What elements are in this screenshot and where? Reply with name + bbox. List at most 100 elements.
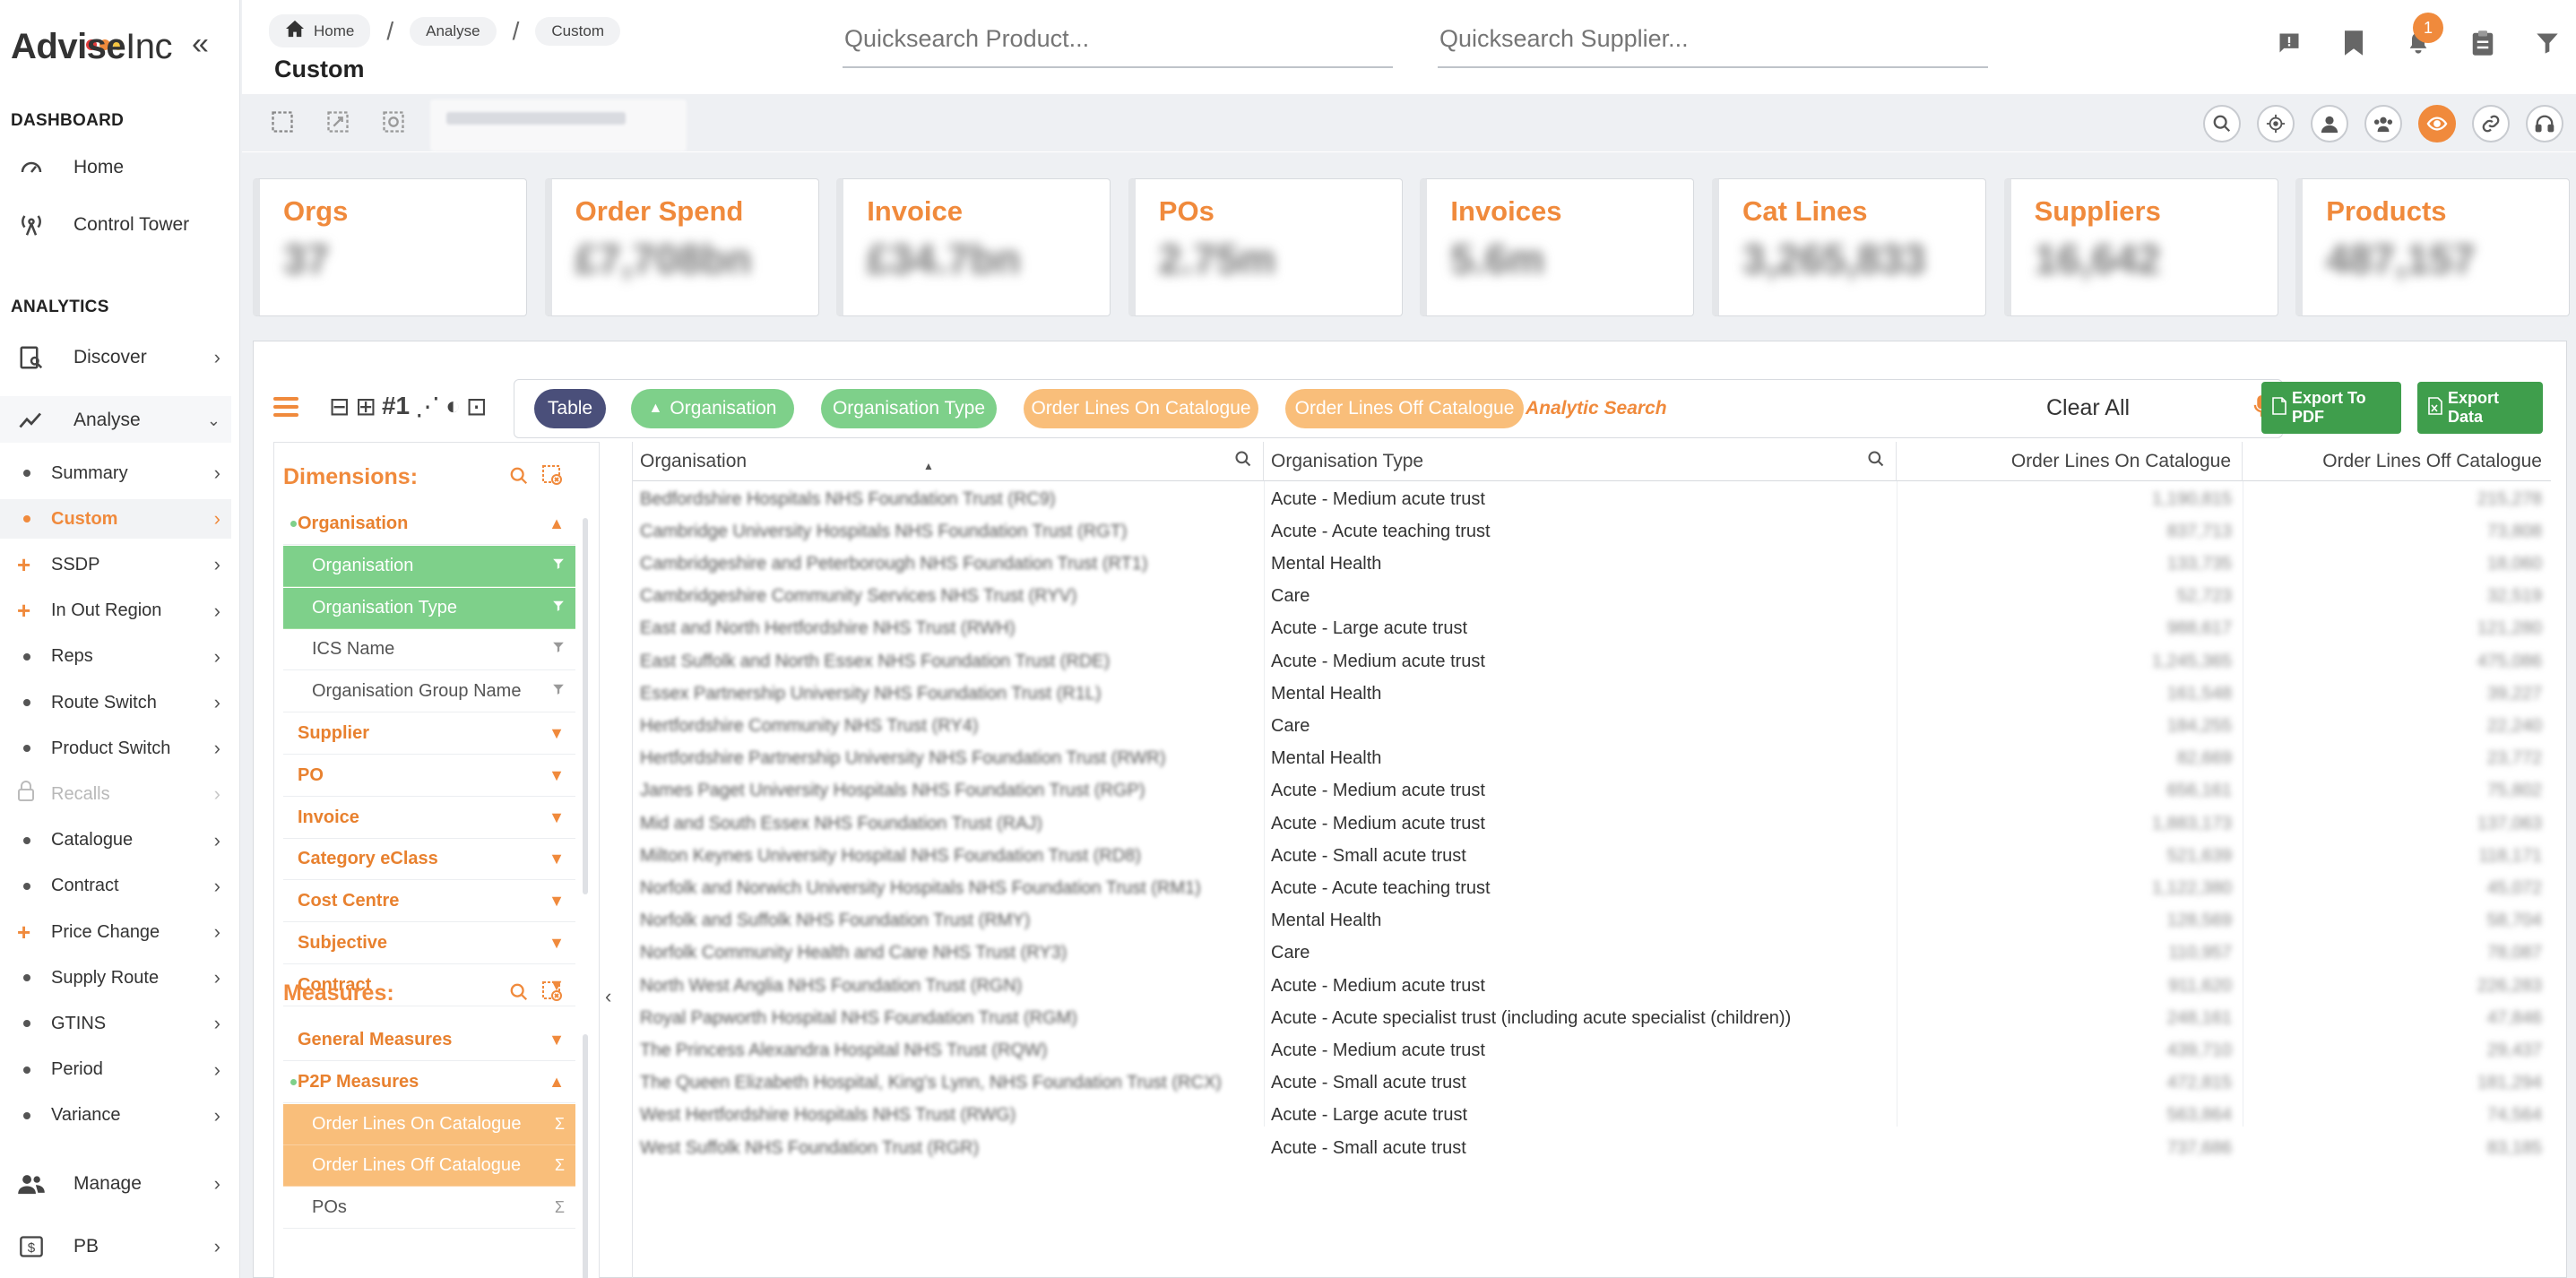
table-row[interactable]: Hertfordshire Community NHS Trust (RY4) C… bbox=[633, 710, 2551, 742]
group-icon[interactable] bbox=[2364, 105, 2402, 142]
clear-filter-icon[interactable] bbox=[541, 465, 563, 490]
field-row-subjective[interactable]: Subjective ▼ bbox=[283, 923, 575, 964]
table-row[interactable]: Milton Keynes University Hospital NHS Fo… bbox=[633, 840, 2551, 872]
field-row-organisation[interactable]: Organisation ▲ bbox=[283, 504, 575, 545]
sidebar-item-home[interactable]: Home bbox=[0, 147, 231, 188]
chip-table[interactable]: Table bbox=[534, 389, 606, 428]
kpi-card-suppliers[interactable]: Suppliers 16,642 bbox=[2003, 178, 2278, 316]
search-icon[interactable] bbox=[1234, 450, 1252, 473]
field-row-order-lines-on-catalogue[interactable]: Order Lines On Catalogue Σ bbox=[283, 1103, 575, 1145]
table-row[interactable]: Norfolk Community Health and Care NHS Tr… bbox=[633, 937, 2551, 970]
expand-icon[interactable]: ▼ bbox=[549, 934, 565, 953]
clear-all-button[interactable]: Clear All bbox=[2046, 395, 2130, 421]
pie-viz-icon[interactable]: ◐ bbox=[445, 392, 461, 421]
kpi-card-orgs[interactable]: Orgs 37 bbox=[253, 178, 527, 316]
analytic-search-label[interactable]: Analytic Search bbox=[1526, 398, 1667, 419]
breadcrumb-home[interactable]: Home bbox=[269, 14, 371, 47]
sigma-icon[interactable]: Σ bbox=[555, 1115, 565, 1134]
clear-selection-icon[interactable] bbox=[378, 107, 409, 137]
sidebar-item-price-change[interactable]: + Price Change › bbox=[0, 912, 231, 952]
export-selection-icon[interactable] bbox=[323, 107, 353, 137]
sidebar-item-in-out-region[interactable]: + In Out Region › bbox=[0, 592, 231, 631]
kpi-card-products[interactable]: Products 487,157 bbox=[2295, 178, 2571, 316]
sidebar-item-analyse[interactable]: Analyse ⌄ bbox=[0, 400, 231, 441]
sidebar-item-variance[interactable]: Variance › bbox=[0, 1096, 231, 1136]
sidebar-item-ssdp[interactable]: + SSDP › bbox=[0, 545, 231, 584]
field-row-po[interactable]: PO ▼ bbox=[283, 756, 575, 797]
measures-scrollbar[interactable] bbox=[583, 1034, 588, 1278]
search-icon[interactable] bbox=[509, 983, 534, 1006]
column-header-organisation-type[interactable]: Organisation Type bbox=[1264, 442, 1897, 481]
chip-organisation[interactable]: ▲ Organisation bbox=[631, 389, 794, 428]
sidebar-item-control-tower[interactable]: Control Tower bbox=[0, 204, 231, 246]
kpi-card-invoices[interactable]: Invoices 5.6m bbox=[1420, 178, 1695, 316]
selection-bar[interactable] bbox=[430, 99, 687, 151]
sidebar-item-discover[interactable]: Discover › bbox=[0, 337, 231, 378]
supplier-search-field[interactable] bbox=[1438, 18, 1988, 68]
export-pdf-button[interactable]: Export To PDF bbox=[2261, 382, 2401, 434]
field-row-organisation[interactable]: Organisation bbox=[283, 545, 575, 587]
sidebar-item-product-switch[interactable]: Product Switch › bbox=[0, 729, 231, 768]
sidebar-item-custom[interactable]: Custom › bbox=[0, 499, 231, 540]
sidebar-item-gtins[interactable]: GTINS › bbox=[0, 1004, 231, 1043]
export-data-button[interactable]: Export Data bbox=[2417, 382, 2543, 434]
filter-icon[interactable] bbox=[552, 557, 565, 575]
sidebar-item-period[interactable]: Period › bbox=[0, 1050, 231, 1090]
kpi-card-order-spend[interactable]: Order Spend £7,708bn bbox=[544, 178, 819, 316]
sidebar-item-reps[interactable]: Reps › bbox=[0, 637, 231, 677]
table-row[interactable]: Essex Partnership University NHS Foundat… bbox=[633, 678, 2551, 710]
expand-icon[interactable]: ▼ bbox=[549, 724, 565, 743]
field-row-organisation-type[interactable]: Organisation Type bbox=[283, 587, 575, 629]
search-icon[interactable] bbox=[1867, 450, 1885, 473]
field-row-order-lines-off-catalogue[interactable]: Order Lines Off Catalogue Σ bbox=[283, 1145, 575, 1187]
filter-icon[interactable] bbox=[2531, 27, 2563, 59]
kpi-card-pos[interactable]: POs 2.75m bbox=[1128, 178, 1403, 316]
kpi-viz-icon[interactable]: #1 bbox=[382, 392, 410, 421]
collapse-fields-icon[interactable]: ‹ bbox=[605, 985, 611, 1008]
table-row[interactable]: East and North Hertfordshire NHS Trust (… bbox=[633, 613, 2551, 645]
table-row[interactable]: Hertfordshire Partnership University NHS… bbox=[633, 743, 2551, 775]
user-icon[interactable] bbox=[2311, 105, 2348, 142]
field-row-supplier[interactable]: Supplier ▼ bbox=[283, 713, 575, 755]
sidebar-item-catalogue[interactable]: Catalogue › bbox=[0, 821, 231, 860]
sigma-icon[interactable]: Σ bbox=[555, 1198, 565, 1217]
notifications-icon[interactable]: 1 bbox=[2402, 13, 2443, 59]
filter-icon[interactable] bbox=[552, 599, 565, 617]
table-row[interactable]: Cambridge University Hospitals NHS Found… bbox=[633, 515, 2551, 548]
table-row[interactable]: Cambridgeshire Community Services NHS Tr… bbox=[633, 581, 2551, 613]
pivot-viz-icon[interactable]: ⊞ bbox=[355, 392, 376, 421]
feedback-icon[interactable] bbox=[2273, 27, 2305, 59]
column-header-organisation[interactable]: Organisation ▲ bbox=[633, 442, 1264, 481]
expand-icon[interactable]: ▼ bbox=[549, 766, 565, 785]
expand-icon[interactable]: ▼ bbox=[549, 850, 565, 868]
locate-icon[interactable] bbox=[2257, 105, 2295, 142]
field-row-organisation-group-name[interactable]: Organisation Group Name bbox=[283, 671, 575, 713]
clear-filter-icon[interactable] bbox=[541, 981, 563, 1006]
table-viz-icon[interactable]: ⊟ bbox=[329, 392, 350, 421]
search-icon[interactable] bbox=[2203, 105, 2241, 142]
field-row-category-eclass[interactable]: Category eClass ▼ bbox=[283, 839, 575, 881]
collapse-icon[interactable]: ▲ bbox=[549, 514, 565, 533]
sidebar-item-route-switch[interactable]: Route Switch › bbox=[0, 683, 231, 722]
column-header-order-lines-on-catalogue[interactable]: Order Lines On Catalogue bbox=[1897, 442, 2243, 481]
dimensions-scrollbar[interactable] bbox=[583, 518, 588, 894]
supplier-search-input[interactable] bbox=[1439, 25, 1988, 53]
collapse-sidebar-icon[interactable]: « bbox=[192, 27, 209, 62]
kpi-card-cat-lines[interactable]: Cat Lines 3,265,833 bbox=[1712, 178, 1986, 316]
collapse-icon[interactable]: ▲ bbox=[549, 1073, 565, 1092]
table-row[interactable]: North West Anglia NHS Foundation Trust (… bbox=[633, 970, 2551, 1002]
analytic-search-bar[interactable]: Table ▲ Organisation Organisation Type Or… bbox=[514, 379, 2283, 438]
sidebar-item-manage[interactable]: Manage › bbox=[0, 1163, 231, 1205]
search-icon[interactable] bbox=[509, 467, 534, 490]
eye-icon[interactable] bbox=[2418, 105, 2456, 142]
field-row-pos[interactable]: POs Σ bbox=[283, 1187, 575, 1230]
sigma-icon[interactable]: Σ bbox=[555, 1156, 565, 1175]
table-row[interactable]: Royal Papworth Hospital NHS Foundation T… bbox=[633, 1002, 2551, 1034]
treemap-viz-icon[interactable]: ⊡ bbox=[466, 392, 487, 421]
sidebar-item-contract[interactable]: Contract › bbox=[0, 867, 231, 906]
scatter-viz-icon[interactable]: ⋰ bbox=[415, 392, 440, 421]
table-row[interactable]: James Paget University Hospitals NHS Fou… bbox=[633, 775, 2551, 807]
table-row[interactable]: West Hertfordshire Hospitals NHS Trust (… bbox=[633, 1100, 2551, 1132]
field-row-p2p-measures[interactable]: P2P Measures ▲ bbox=[283, 1062, 575, 1103]
expand-icon[interactable]: ▼ bbox=[549, 892, 565, 911]
